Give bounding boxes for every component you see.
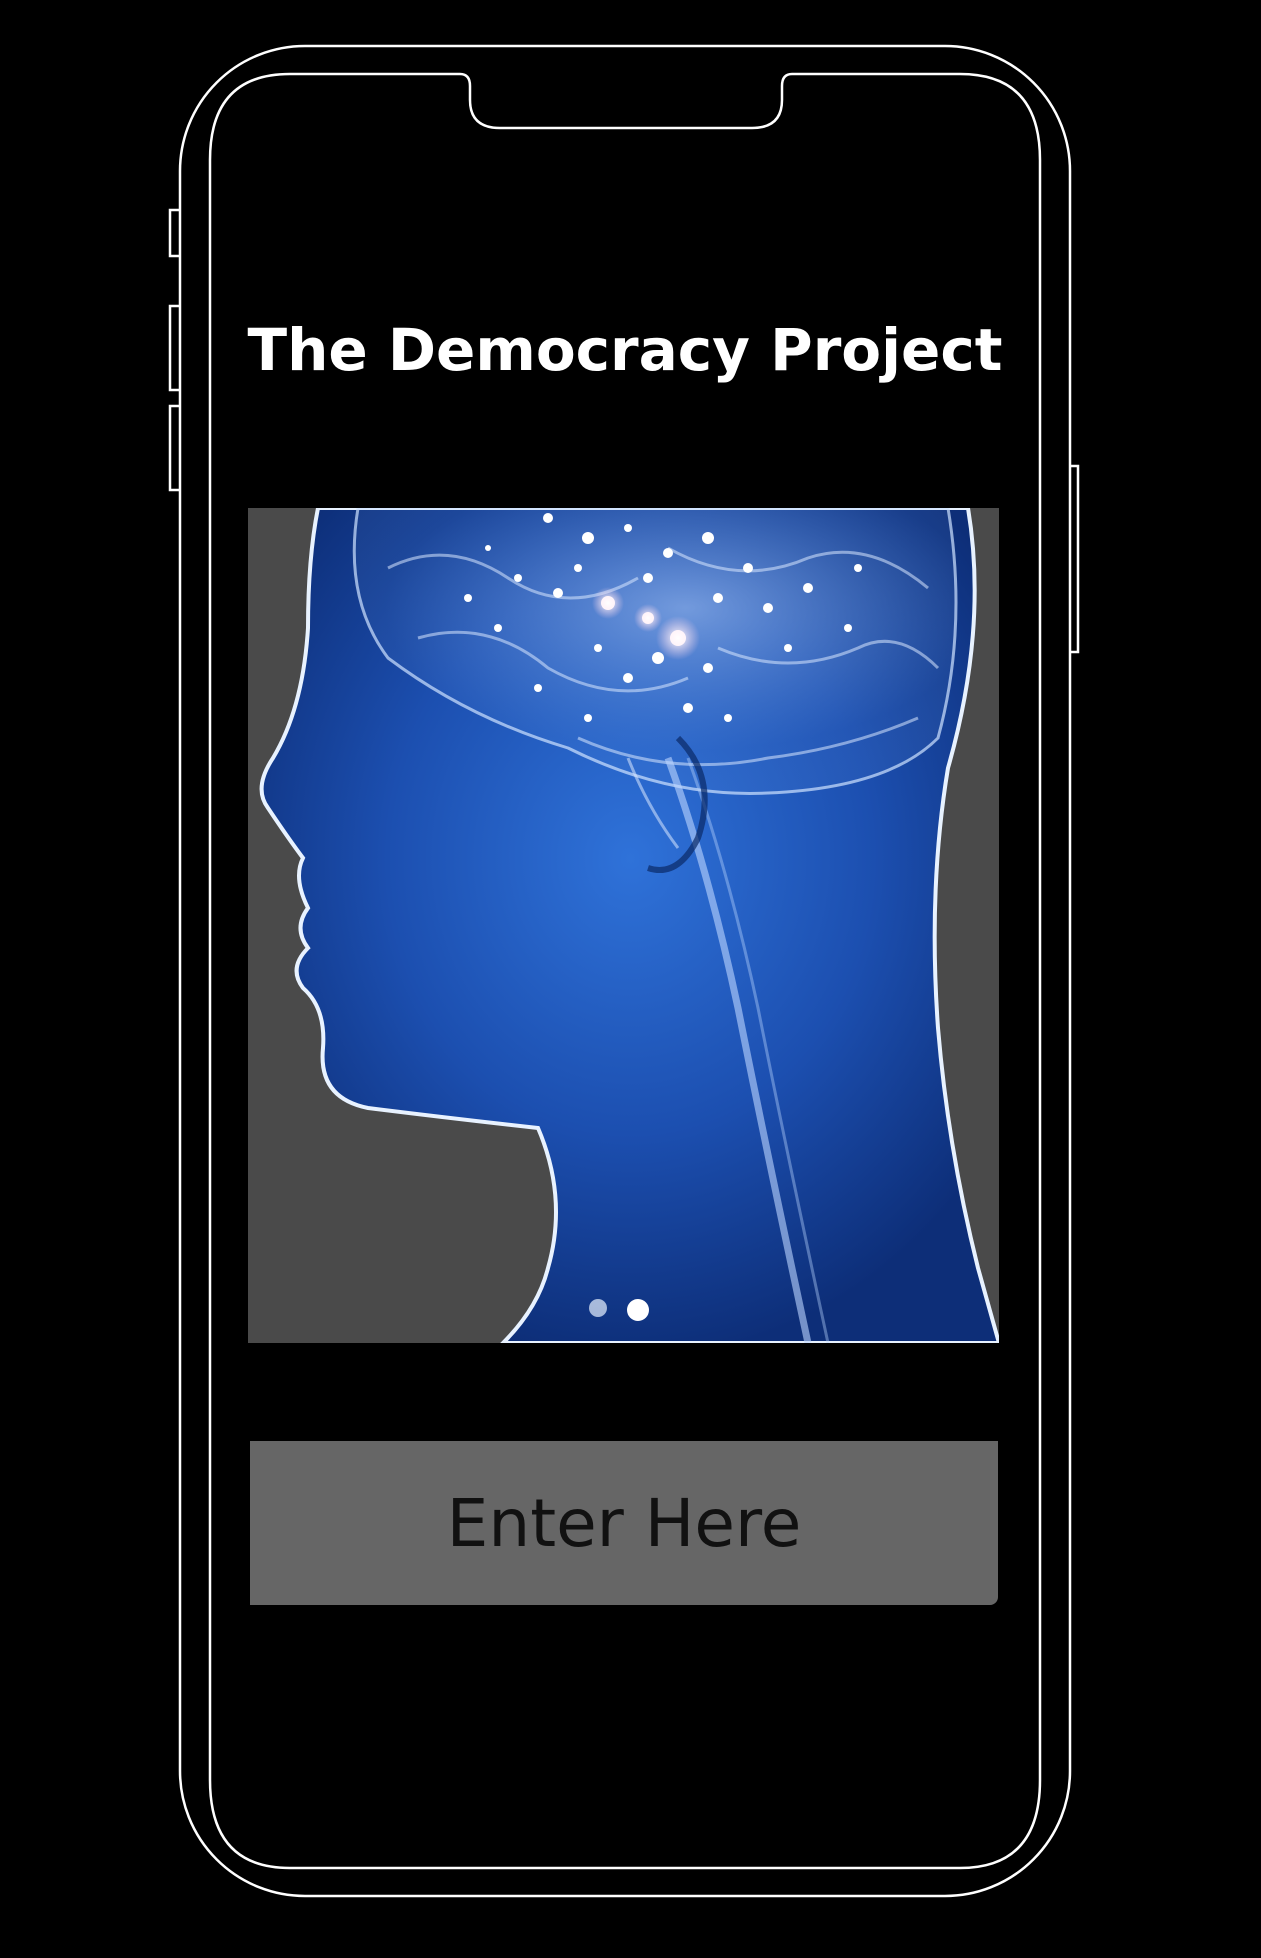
app-title: The Democracy Project	[247, 316, 1003, 384]
hero-image	[248, 508, 999, 1343]
enter-button[interactable]: Enter Here	[250, 1441, 998, 1605]
brain-head-illustration	[259, 508, 999, 1343]
